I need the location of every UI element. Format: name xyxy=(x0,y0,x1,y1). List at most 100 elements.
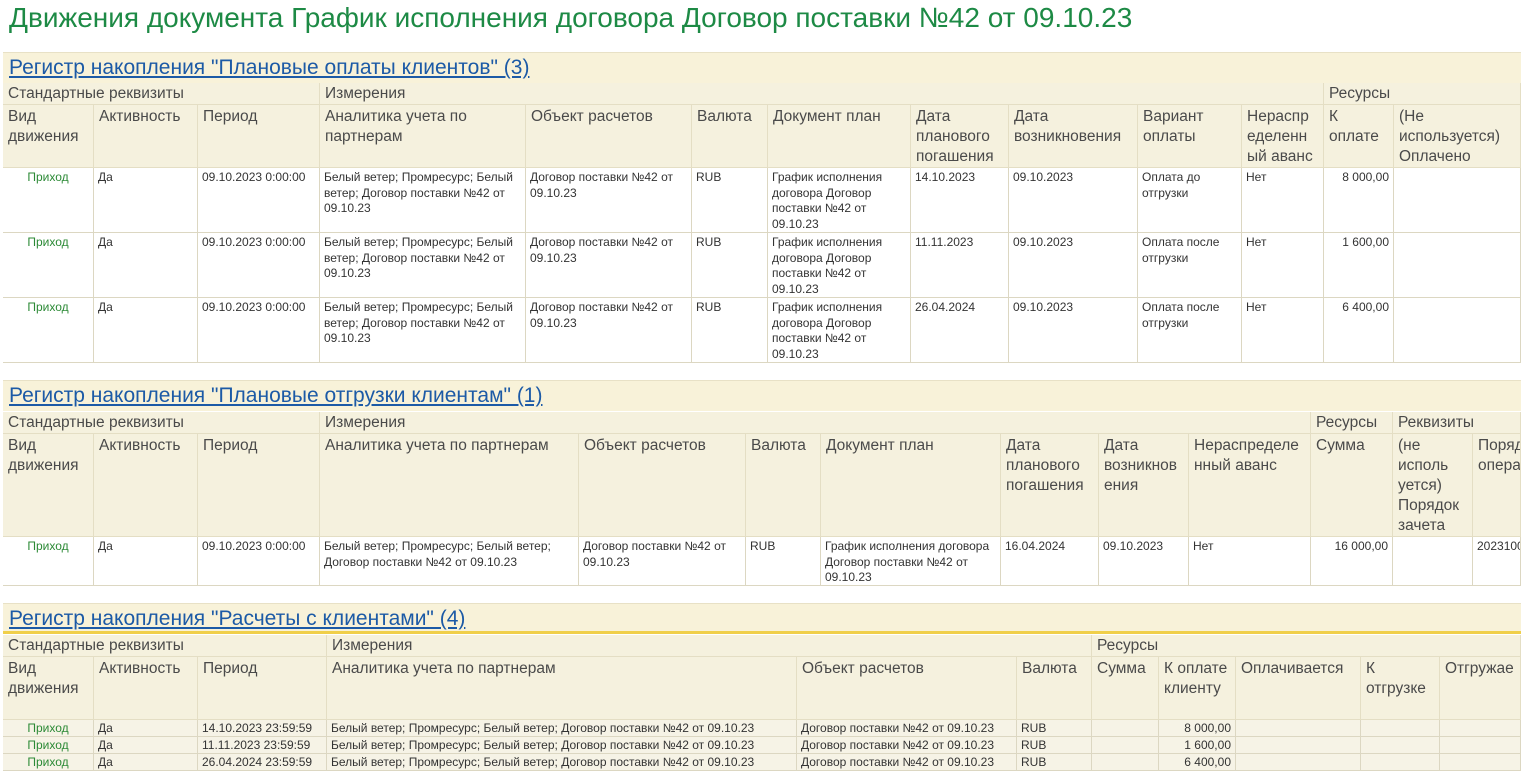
column-header[interactable]: Активность xyxy=(94,657,198,720)
column-header[interactable]: Дата планового погашения xyxy=(1001,434,1099,537)
table-cell[interactable] xyxy=(1361,737,1440,754)
table-cell[interactable]: 8 000,00 xyxy=(1159,720,1236,737)
column-header[interactable]: Аналитика учета по партнерам xyxy=(320,105,526,168)
table-cell[interactable]: 2023100 xyxy=(1473,537,1521,586)
table-cell[interactable] xyxy=(1394,298,1521,363)
column-header[interactable]: Вариант оплаты xyxy=(1138,105,1242,168)
table-cell[interactable]: 11.11.2023 xyxy=(911,233,1009,298)
table-cell[interactable]: 09.10.2023 0:00:00 xyxy=(198,168,320,233)
column-header[interactable]: Период xyxy=(198,434,320,537)
table-cell[interactable]: Да xyxy=(94,754,198,771)
table-cell[interactable]: 6 400,00 xyxy=(1324,298,1394,363)
column-header[interactable]: Дата планового погашения xyxy=(911,105,1009,168)
movement-kind-cell[interactable]: Приход xyxy=(3,233,94,298)
column-header[interactable]: Вид движения xyxy=(3,657,94,720)
movement-kind-cell[interactable]: Приход xyxy=(3,298,94,363)
table-cell[interactable]: 09.10.2023 0:00:00 xyxy=(198,233,320,298)
column-header[interactable]: Аналитика учета по партнерам xyxy=(327,657,797,720)
table-cell[interactable]: 09.10.2023 0:00:00 xyxy=(198,298,320,363)
table-cell[interactable]: 09.10.2023 xyxy=(1009,298,1138,363)
table-cell[interactable]: Договор поставки №42 от 09.10.23 xyxy=(797,720,1017,737)
table-cell[interactable]: 16 000,00 xyxy=(1311,537,1393,586)
table-cell[interactable]: 16.04.2024 xyxy=(1001,537,1099,586)
table-cell[interactable] xyxy=(1394,233,1521,298)
column-header[interactable]: (не исполь уется) Порядок зачета xyxy=(1393,434,1473,537)
column-header[interactable]: Период xyxy=(198,657,327,720)
table-cell[interactable] xyxy=(1440,737,1521,754)
table-cell[interactable]: Нет xyxy=(1242,233,1324,298)
table-cell[interactable]: 09.10.2023 xyxy=(1009,168,1138,233)
table-cell[interactable]: Да xyxy=(94,233,198,298)
column-header[interactable]: Нераспределе нный аванс xyxy=(1189,434,1311,537)
table-cell[interactable] xyxy=(1236,737,1361,754)
table-cell[interactable] xyxy=(1092,737,1159,754)
table-cell[interactable]: Да xyxy=(94,720,198,737)
table-cell[interactable]: Да xyxy=(94,168,198,233)
table-cell[interactable]: Нет xyxy=(1242,298,1324,363)
table-cell[interactable]: 09.10.2023 xyxy=(1099,537,1189,586)
table-cell[interactable]: Белый ветер; Промресурс; Белый ветер; До… xyxy=(320,168,526,233)
table-cell[interactable]: RUB xyxy=(692,233,768,298)
register-title-link[interactable]: Регистр накопления "Плановые оплаты клие… xyxy=(9,56,529,80)
table-cell[interactable] xyxy=(1236,720,1361,737)
table-cell[interactable]: RUB xyxy=(692,298,768,363)
table-cell[interactable]: RUB xyxy=(1017,754,1092,771)
table-cell[interactable]: 11.11.2023 23:59:59 xyxy=(198,737,327,754)
table-cell[interactable]: Договор поставки №42 от 09.10.23 xyxy=(526,298,692,363)
table-cell[interactable]: 1 600,00 xyxy=(1324,233,1394,298)
column-header[interactable]: Отгружае xyxy=(1440,657,1521,720)
table-cell[interactable]: Договор поставки №42 от 09.10.23 xyxy=(797,754,1017,771)
column-header[interactable]: Объект расчетов xyxy=(797,657,1017,720)
column-header[interactable]: Поряд опера xyxy=(1473,434,1521,537)
column-header[interactable]: Документ план xyxy=(768,105,911,168)
column-header[interactable]: Оплачивается xyxy=(1236,657,1361,720)
table-cell[interactable]: Белый ветер; Промресурс; Белый ветер; До… xyxy=(327,754,797,771)
movement-kind-cell[interactable]: Приход xyxy=(3,168,94,233)
table-cell[interactable]: График исполнения договора Договор поста… xyxy=(821,537,1001,586)
table-cell[interactable]: Белый ветер; Промресурс; Белый ветер; До… xyxy=(320,298,526,363)
table-cell[interactable]: 09.10.2023 xyxy=(1009,233,1138,298)
column-header[interactable]: Период xyxy=(198,105,320,168)
table-cell[interactable]: RUB xyxy=(1017,737,1092,754)
column-header[interactable]: Объект расчетов xyxy=(526,105,692,168)
column-header[interactable]: Сумма xyxy=(1311,434,1393,537)
movement-kind-cell[interactable]: Приход xyxy=(3,737,94,754)
table-cell[interactable] xyxy=(1092,754,1159,771)
table-cell[interactable]: Договор поставки №42 от 09.10.23 xyxy=(579,537,746,586)
table-cell[interactable] xyxy=(1092,720,1159,737)
register-title-link[interactable]: Регистр накопления "Расчеты с клиентами"… xyxy=(9,607,465,631)
table-cell[interactable]: 14.10.2023 xyxy=(911,168,1009,233)
column-header[interactable]: Дата возникновения xyxy=(1009,105,1138,168)
table-cell[interactable]: 1 600,00 xyxy=(1159,737,1236,754)
table-cell[interactable]: RUB xyxy=(1017,720,1092,737)
column-header[interactable]: Валюта xyxy=(692,105,768,168)
table-cell[interactable]: Белый ветер; Промресурс; Белый ветер; До… xyxy=(320,233,526,298)
table-cell[interactable]: Оплата до отгрузки xyxy=(1138,168,1242,233)
table-cell[interactable]: Оплата после отгрузки xyxy=(1138,298,1242,363)
table-cell[interactable]: Договор поставки №42 от 09.10.23 xyxy=(797,737,1017,754)
table-cell[interactable] xyxy=(1440,720,1521,737)
column-header[interactable]: Вид движения xyxy=(3,105,94,168)
table-cell[interactable] xyxy=(1361,720,1440,737)
table-cell[interactable]: Договор поставки №42 от 09.10.23 xyxy=(526,168,692,233)
table-cell[interactable]: 14.10.2023 23:59:59 xyxy=(198,720,327,737)
column-header[interactable]: Аналитика учета по партнерам xyxy=(320,434,579,537)
table-cell[interactable]: Нет xyxy=(1242,168,1324,233)
column-header[interactable]: Валюта xyxy=(1017,657,1092,720)
table-cell[interactable]: 6 400,00 xyxy=(1159,754,1236,771)
movement-kind-cell[interactable]: Приход xyxy=(3,754,94,771)
table-cell[interactable]: 26.04.2024 xyxy=(911,298,1009,363)
table-cell[interactable]: График исполнения договора Договор поста… xyxy=(768,168,911,233)
table-cell[interactable] xyxy=(1394,168,1521,233)
table-cell[interactable]: Белый ветер; Промресурс; Белый ветер; До… xyxy=(320,537,579,586)
table-cell[interactable]: Да xyxy=(94,537,198,586)
table-cell[interactable]: Да xyxy=(94,737,198,754)
column-header[interactable]: К отгрузке xyxy=(1361,657,1440,720)
table-cell[interactable] xyxy=(1361,754,1440,771)
table-cell[interactable]: Белый ветер; Промресурс; Белый ветер; До… xyxy=(327,737,797,754)
table-cell[interactable]: RUB xyxy=(746,537,821,586)
table-cell[interactable]: График исполнения договора Договор поста… xyxy=(768,298,911,363)
column-header[interactable]: К оплате клиенту xyxy=(1159,657,1236,720)
movement-kind-cell[interactable]: Приход xyxy=(3,720,94,737)
column-header[interactable]: Нераспр еделенн ый аванс xyxy=(1242,105,1324,168)
